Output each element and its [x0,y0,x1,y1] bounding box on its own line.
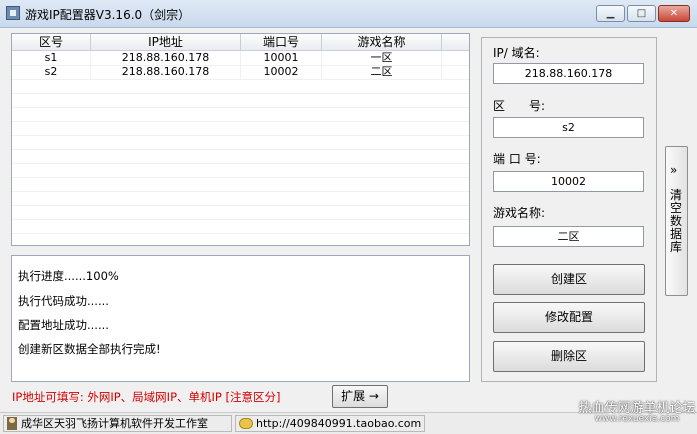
cell-game-name: 一区 [322,51,442,65]
cell-zone: s1 [12,51,91,65]
modify-config-button[interactable]: 修改配置 [493,302,645,333]
server-list-table[interactable]: 区号 IP地址 端口号 游戏名称 s1 218.88.160.178 10001… [11,33,470,246]
cell-port: 10002 [241,65,322,79]
chat-icon [239,418,253,429]
ip-input[interactable]: 218.88.160.178 [493,63,644,84]
watermark: 热血传网游单机论坛 www.rexuexia.com [578,397,696,424]
column-header-game-name[interactable]: 游戏名称 [322,34,442,50]
column-header-ip[interactable]: IP地址 [91,34,241,50]
port-label: 端 口 号: [493,152,541,166]
zone-label: 区 号: [493,99,546,113]
watermark-url: www.rexuexia.com [594,414,680,424]
ip-hint-text: IP地址可填写: 外网IP、局域网IP、单机IP [注意区分] [12,390,281,404]
expand-button[interactable]: 扩展 → [332,385,388,408]
table-row-empty [12,79,469,94]
cell-game-name: 二区 [322,65,442,79]
clear-database-tab[interactable]: » 清空数据库 [665,146,688,296]
log-line-progress: 执行进度......100% [18,269,119,283]
table-row-empty [12,107,469,122]
table-row-empty [12,93,469,108]
log-line-code: 执行代码成功...... [18,294,109,308]
window-title: 游戏IP配置器V3.16.0（剑宗） [25,8,191,22]
status-url-cell[interactable]: http://409840991.taobao.com [235,415,425,432]
zone-input[interactable]: s2 [493,117,644,138]
user-icon [7,417,17,430]
chevron-right-icon: » [670,163,678,177]
column-header-port[interactable]: 端口号 [241,34,322,50]
table-row-empty [12,163,469,178]
game-name-input[interactable]: 二区 [493,226,644,247]
status-studio-cell: 成华区天羽飞扬计算机软件开发工作室 [3,415,232,432]
config-form-panel: IP/ 域名: 218.88.160.178 区 号: s2 端 口 号: 10… [481,37,657,382]
close-button[interactable]: ✕ [658,5,690,22]
clear-database-label: 清空数据库 [670,188,683,254]
shop-url-link[interactable]: http://409840991.taobao.com [256,417,421,430]
minimize-button[interactable]: ▁ [596,5,625,22]
create-zone-button[interactable]: 创建区 [493,264,645,295]
cell-ip: 218.88.160.178 [91,65,241,79]
table-row[interactable]: s2 218.88.160.178 10002 二区 [12,65,469,80]
table-row-empty [12,149,469,164]
port-input[interactable]: 10002 [493,171,644,192]
column-header-zone[interactable]: 区号 [12,34,91,50]
app-icon [6,6,20,20]
table-row-empty [12,121,469,136]
cell-port: 10001 [241,51,322,65]
studio-name: 成华区天羽飞扬计算机软件开发工作室 [21,417,208,430]
cell-zone: s2 [12,65,91,79]
table-header: 区号 IP地址 端口号 游戏名称 [12,34,469,51]
title-bar: 游戏IP配置器V3.16.0（剑宗） ▁ □ ✕ [0,0,697,28]
table-row-empty [12,191,469,206]
maximize-button[interactable]: □ [627,5,656,22]
table-row-empty [12,135,469,150]
log-line-complete: 创建新区数据全部执行完成! [18,342,161,356]
table-row-empty [12,205,469,220]
table-row-empty [12,177,469,192]
execution-log[interactable]: 执行进度......100% 执行代码成功...... 配置地址成功......… [11,255,470,382]
cell-ip: 218.88.160.178 [91,51,241,65]
delete-zone-button[interactable]: 删除区 [493,341,645,372]
log-line-address: 配置地址成功...... [18,318,109,332]
table-row-empty [12,219,469,234]
game-name-label: 游戏名称: [493,206,546,220]
table-row[interactable]: s1 218.88.160.178 10001 一区 [12,51,469,66]
ip-label: IP/ 域名: [493,46,540,60]
table-row-empty [12,233,469,245]
